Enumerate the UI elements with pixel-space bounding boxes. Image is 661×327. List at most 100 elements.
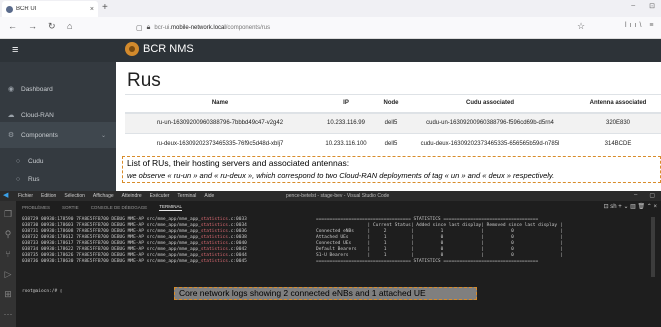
log-ext: .c:0044 [227, 253, 247, 258]
panel-controls[interactable]: ⊡ sh + ⌄ ▥ 🗑 ⌃ × [604, 203, 657, 210]
column-header-ip[interactable]: IP [315, 94, 377, 114]
maximize-button[interactable]: ⊡ [649, 2, 655, 10]
sidebar-item-rus[interactable]: ○ Rus [0, 166, 116, 192]
sidebar-item-label: Components [21, 131, 58, 139]
log-tag: 7FA8E5FFB700 DEBUG MME-AP src/mme_app/mm… [76, 253, 201, 258]
table-row[interactable]: ru-un-16309200960388796-7bbbd49c47-v2g42… [125, 112, 661, 134]
sidebar-item-label: Dashboard [21, 85, 53, 93]
tab-debug-console[interactable]: CONSOLE DE DÉBOGAGE [91, 205, 148, 210]
source-control-icon[interactable]: ⑂ [3, 249, 13, 259]
lock-icon: 🔒︎ [146, 24, 151, 31]
log-prefix: 038731 00930:178608 [22, 229, 74, 234]
log-tag: 7FA8E5FFB700 DEBUG MME-AP src/mme_app/mm… [76, 217, 201, 222]
menu-executer[interactable]: Exécuter [150, 193, 170, 199]
browser-tab-bar: BCR UI × + – ⊡ [0, 0, 661, 17]
annotation-line-2: we observe « ru-un » and « ru-deux », wh… [127, 171, 555, 180]
menu-aide[interactable]: Aide [204, 193, 214, 199]
log-file: statistics [200, 223, 228, 228]
log-line: 038736 00930:178630 7FA8E5FFB700 DEBUG M… [22, 259, 247, 265]
menu-terminal[interactable]: Terminal [177, 193, 196, 199]
table-row[interactable]: ru-deux-16309202373465335-76f9c5d48d-xbl… [125, 133, 661, 155]
menu-selection[interactable]: Sélection [64, 193, 85, 199]
cell-ip: 10.233.116.100 [315, 133, 377, 155]
cell-cudu: cudu-deux-16309202373465335-656565b59d-n… [405, 133, 575, 155]
annotation-line-1: List of RUs, their hosting servers and a… [127, 158, 350, 168]
sidebar-item-dashboard[interactable]: ◉ Dashboard [0, 76, 116, 102]
cell-node: dell5 [377, 112, 405, 134]
column-header-cudu[interactable]: Cudu associated [405, 94, 575, 114]
tab-output[interactable]: SORTIE [62, 205, 79, 210]
menu-fichier[interactable]: Fichier [18, 193, 33, 199]
vscode-window-title: pence-betelst - stage-bev - Visual Studi… [286, 193, 390, 199]
more-icon[interactable]: ⋯ [3, 309, 13, 319]
cloud-icon: ☁ [7, 112, 15, 119]
log-ext: .c:0042 [227, 247, 247, 252]
library-menu-icons[interactable]: lıı\ ≡ [625, 22, 656, 29]
components-icon: ⚙ [7, 132, 15, 139]
terminal-prompt[interactable]: root@aiocn:/# ▯ [22, 289, 63, 294]
log-tag: 7FA8E5FFB700 DEBUG MME-AP src/mme_app/mm… [76, 235, 201, 240]
log-tag: 7FA8E5FFB700 DEBUG MME-AP src/mme_app/mm… [76, 229, 201, 234]
table-header-row: Name IP Node Cudu associated Antenna ass… [125, 94, 661, 114]
run-debug-icon[interactable]: ▷ [3, 269, 13, 279]
annotation-rus: List of RUs, their hosting servers and a… [122, 156, 661, 183]
extensions-icon[interactable]: ⊞ [3, 289, 13, 299]
column-header-node[interactable]: Node [377, 94, 405, 114]
log-file: statistics [200, 247, 228, 252]
bookmark-star-icon[interactable]: ☆ [577, 21, 585, 32]
home-icon[interactable]: ⌂ [67, 21, 72, 31]
reload-icon[interactable]: ↻ [48, 21, 56, 32]
hamburger-menu-icon[interactable]: ≡ [12, 44, 18, 56]
log-tag: 7FA8E5FFB700 DEBUG MME-AP src/mme_app/mm… [76, 223, 201, 228]
cell-cudu: cudu-un-16309200960388796-f596cd69b-d5rn… [405, 112, 575, 134]
menu-atteindre[interactable]: Atteindre [122, 193, 142, 199]
tab-problems[interactable]: PROBLÈMES [22, 205, 50, 210]
tab-title: BCR UI [16, 6, 37, 12]
search-icon[interactable]: ⚲ [3, 229, 13, 239]
menu-edition[interactable]: Edition [41, 193, 56, 199]
brand-logo-icon [125, 42, 139, 56]
log-prefix: 038729 00930:178590 [22, 217, 74, 222]
browser-tab[interactable]: BCR UI × [2, 1, 98, 17]
brand[interactable]: BCR NMS [125, 42, 194, 56]
log-prefix: 038730 00930:178603 [22, 223, 74, 228]
explorer-icon[interactable]: ❐ [3, 209, 13, 219]
vscode-window-controls: – ▢ [634, 192, 655, 199]
log-ext: .c:0045 [227, 259, 247, 264]
back-icon[interactable]: ← [8, 21, 17, 31]
log-ext: .c:0038 [227, 235, 247, 240]
terminal-panel: PROBLÈMES SORTIE CONSOLE DE DÉBOGAGE TER… [16, 201, 661, 327]
column-header-antenna[interactable]: Antenna associated [575, 94, 661, 114]
minimize-button[interactable]: – [634, 192, 637, 199]
cell-name: ru-deux-16309202373465335-76f9c5d48d-xbl… [125, 133, 315, 155]
main-content: Rus Name IP Node Cudu associated Antenna… [116, 62, 661, 155]
browser-nav-bar: ← → ↻ ⌂ ▢ 🔒︎ bcr-ui.mobile-network.local… [0, 17, 661, 39]
address-bar[interactable]: ▢ 🔒︎ bcr-ui.mobile-network.local/compone… [136, 21, 556, 35]
cell-antenna: 320E830 [575, 112, 661, 134]
column-header-name[interactable]: Name [125, 94, 315, 114]
sidebar-item-label: Cudu [28, 157, 44, 165]
menu-affichage[interactable]: Affichage [93, 193, 114, 199]
log-prefix: 038733 00930:178617 [22, 241, 74, 246]
new-tab-button[interactable]: + [102, 1, 108, 15]
maximize-button[interactable]: ▢ [649, 192, 655, 199]
cell-antenna: 314BCDE [575, 133, 661, 155]
sidebar: ◉ Dashboard ☁ Cloud-RAN ⚙ Components ⌄ ○… [0, 62, 116, 191]
tab-terminal[interactable]: TERMINAL [159, 204, 182, 211]
minimize-button[interactable]: – [631, 2, 635, 10]
url-path: /components/rus [225, 25, 271, 31]
close-tab-icon[interactable]: × [90, 6, 94, 13]
forward-icon[interactable]: → [28, 21, 37, 31]
page-title: Rus [127, 70, 161, 91]
favicon-icon [6, 5, 13, 13]
cell-node: dell5 [377, 133, 405, 155]
panel-tabs: PROBLÈMES SORTIE CONSOLE DE DÉBOGAGE TER… [16, 201, 661, 214]
log-tag: 7FA8E5FFB700 DEBUG MME-AP src/mme_app/mm… [76, 241, 201, 246]
cell-name: ru-un-16309200960388796-7bbbd49c47-v2g42 [125, 112, 315, 134]
sidebar-item-components[interactable]: ⚙ Components ⌄ [0, 122, 116, 148]
window-controls: – ⊡ [631, 2, 655, 10]
terminal-scrollbar[interactable] [651, 217, 655, 277]
log-prefix: 038732 00930:178612 [22, 235, 74, 240]
vscode-title-bar: ◀ Fichier Edition Sélection Affichage At… [0, 191, 661, 201]
log-file: statistics [200, 217, 228, 222]
